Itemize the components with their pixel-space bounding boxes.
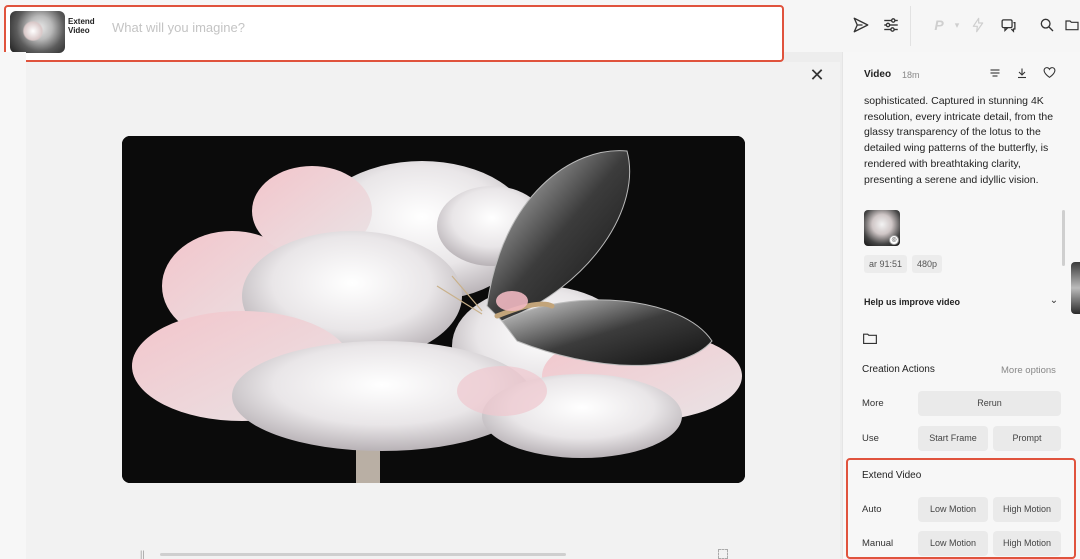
menu-icon[interactable] [986,66,1004,84]
chat-icon[interactable] [997,14,1019,36]
lightning-icon[interactable] [967,14,989,36]
reference-badge-icon: ◎ [889,235,899,245]
aspect-ratio-chip: ar 91:51 [864,255,908,273]
video-player[interactable] [122,136,745,483]
more-options-link[interactable]: More options [1001,365,1056,376]
prompt-input[interactable] [112,16,712,38]
manual-low-motion-button[interactable]: Low Motion [918,531,988,556]
panel-age: 18m [902,70,920,80]
help-improve-label[interactable]: Help us improve video [864,297,960,307]
left-gutter [0,52,26,559]
folder-icon[interactable] [1064,14,1080,36]
chevron-down-icon[interactable]: ▾ [946,14,968,36]
fullscreen-icon[interactable] [718,549,728,559]
rerun-button[interactable]: Rerun [918,391,1061,416]
start-frame-button[interactable]: Start Frame [918,426,988,451]
creation-actions-title: Creation Actions [862,364,935,375]
pause-icon[interactable]: || [140,549,148,559]
more-row-label: More [862,398,884,409]
search-icon[interactable] [1036,14,1058,36]
manual-row-label: Manual [862,538,894,549]
mode-label: Extend Video [68,17,95,35]
extend-video-title: Extend Video [862,470,922,481]
source-video-thumbnail[interactable] [10,11,65,53]
close-icon[interactable]: ✕ [806,64,828,86]
prompt-button[interactable]: Prompt [993,426,1061,451]
settings-sliders-icon[interactable] [880,14,902,36]
toolbar-separator [910,6,911,46]
video-frame-image [122,136,745,483]
manual-high-motion-button[interactable]: High Motion [993,531,1061,556]
prompt-description: sophisticated. Captured in stunning 4K r… [864,95,1054,186]
help-chevron-down-icon[interactable]: ⌄ [1047,294,1061,308]
resolution-chip: 480p [912,255,943,273]
heart-icon[interactable] [1040,66,1058,84]
panel-divider [842,52,843,559]
use-row-label: Use [862,433,879,444]
auto-low-motion-button[interactable]: Low Motion [918,497,988,522]
auto-row-label: Auto [862,504,882,515]
folder-icon[interactable] [863,331,877,344]
prompt-bar: Extend Video [4,5,784,62]
side-preview-thumbnail[interactable] [1071,262,1080,314]
download-icon[interactable] [1013,66,1031,84]
video-scrubber[interactable] [160,553,566,556]
send-icon[interactable] [850,14,872,36]
auto-high-motion-button[interactable]: High Motion [993,497,1061,522]
panel-title: Video [864,69,892,80]
panel-scrollbar[interactable] [1062,210,1065,266]
